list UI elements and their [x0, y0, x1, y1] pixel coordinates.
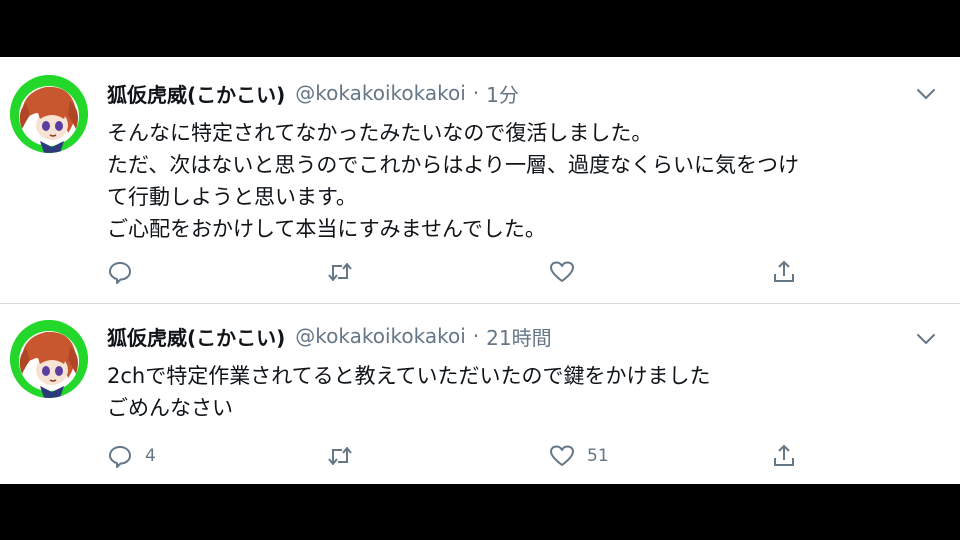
- like-icon: [550, 445, 574, 466]
- chevron-down-icon[interactable]: [916, 332, 936, 346]
- retweet-button[interactable]: [327, 441, 365, 471]
- video-frame: 狐仮虎威(こかこい) @kokakoikokakoi · 1分 そんなに特定され…: [0, 0, 960, 540]
- like-button[interactable]: [549, 257, 587, 287]
- retweet-icon: [328, 447, 352, 465]
- tweet-text-line: 2chで特定作業されてると教えていただいたので鍵をかけました: [107, 364, 711, 388]
- tweet-text: そんなに特定されてなかったみたいなので復活しました。 ただ、次はないと思うのでこ…: [107, 117, 930, 245]
- tweet-text-line: ただ、次はないと思うのでこれからはより一層、過度なくらいに気をつけ: [107, 153, 799, 177]
- user-handle[interactable]: @kokakoikokakoi: [295, 324, 466, 348]
- separator-dot: ·: [472, 81, 480, 105]
- avatar[interactable]: [10, 75, 88, 153]
- tweet-actions: 4 51: [107, 441, 807, 471]
- tweet-header: 狐仮虎威(こかこい) @kokakoikokakoi · 1分: [107, 78, 519, 108]
- user-handle[interactable]: @kokakoikokakoi: [295, 81, 466, 105]
- separator-dot: ·: [472, 324, 480, 348]
- tweet-text-line: ごめんなさい: [107, 396, 233, 420]
- tweet-text-line: そんなに特定されてなかったみたいなので復活しました。: [107, 121, 653, 145]
- like-count: 51: [587, 446, 609, 466]
- tweet-text: 2chで特定作業されてると教えていただいたので鍵をかけました ごめんなさい: [107, 360, 930, 424]
- reply-button[interactable]: [107, 257, 145, 287]
- chevron-down-icon[interactable]: [916, 87, 936, 101]
- share-button[interactable]: [771, 441, 797, 471]
- like-icon: [550, 261, 574, 282]
- like-button[interactable]: 51: [549, 441, 609, 471]
- tweet-text-line: て行動しようと思います。: [107, 185, 357, 209]
- reply-button[interactable]: 4: [107, 441, 156, 471]
- display-name[interactable]: 狐仮虎威(こかこい): [107, 322, 285, 351]
- tweet-1[interactable]: 狐仮虎威(こかこい) @kokakoikokakoi · 1分 そんなに特定され…: [0, 57, 960, 304]
- timestamp[interactable]: 21時間: [486, 322, 551, 351]
- tweet-feed: 狐仮虎威(こかこい) @kokakoikokakoi · 1分 そんなに特定され…: [0, 57, 960, 484]
- retweet-icon: [328, 263, 352, 281]
- share-button[interactable]: [771, 257, 797, 287]
- reply-icon: [109, 446, 131, 468]
- timestamp[interactable]: 1分: [486, 79, 519, 108]
- reply-icon: [109, 262, 131, 284]
- tweet-text-line: ご心配をおかけして本当にすみませんでした。: [107, 217, 546, 241]
- share-icon: [774, 445, 794, 466]
- display-name[interactable]: 狐仮虎威(こかこい): [107, 79, 285, 108]
- share-icon: [774, 261, 794, 282]
- tweet-header: 狐仮虎威(こかこい) @kokakoikokakoi · 21時間: [107, 321, 552, 351]
- retweet-button[interactable]: [327, 257, 365, 287]
- reply-count: 4: [145, 446, 156, 466]
- tweet-actions: [107, 257, 807, 287]
- avatar[interactable]: [10, 320, 88, 398]
- tweet-2[interactable]: 狐仮虎威(こかこい) @kokakoikokakoi · 21時間 2chで特定…: [0, 304, 960, 484]
